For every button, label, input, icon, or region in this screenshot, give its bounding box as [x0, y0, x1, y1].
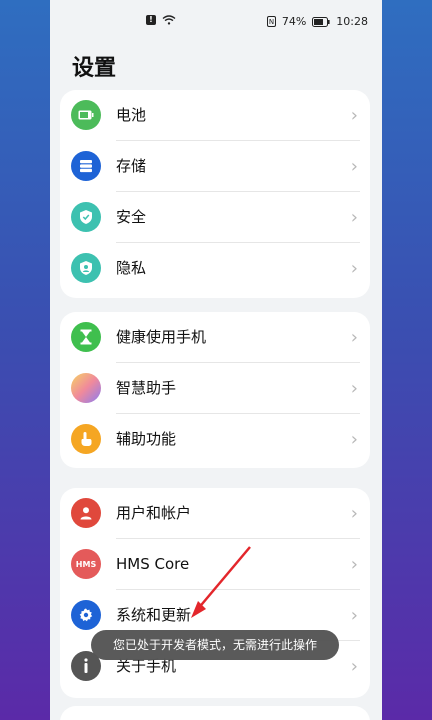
settings-item-security[interactable]: 安全 ›	[60, 192, 370, 243]
chevron-right-icon: ›	[350, 327, 358, 348]
settings-item-privacy[interactable]: 隐私 ›	[60, 243, 370, 294]
settings-screen: ! N 74% 10:28 设置 电池 › 存储 › 安全 › 隐私 › 健康使…	[50, 0, 382, 720]
status-bar: ! N 74% 10:28	[50, 0, 382, 44]
settings-item-label: 辅助功能	[116, 430, 177, 448]
hourglass-icon	[71, 322, 101, 352]
chevron-right-icon: ›	[350, 105, 358, 126]
settings-group-next	[60, 706, 370, 720]
settings-group-device: 电池 › 存储 › 安全 › 隐私 ›	[60, 90, 370, 298]
gear-icon	[71, 600, 101, 630]
chevron-right-icon: ›	[350, 156, 358, 177]
assistant-icon	[71, 373, 101, 403]
chevron-right-icon: ›	[350, 656, 358, 677]
settings-item-label: 隐私	[116, 259, 147, 277]
clock: 10:28	[336, 15, 368, 28]
chevron-right-icon: ›	[350, 207, 358, 228]
settings-group-system: 用户和帐户 › HMS HMS Core › 系统和更新 › 关于手机 ›	[60, 488, 370, 698]
battery-percent: 74%	[281, 15, 307, 28]
settings-item-users-accounts[interactable]: 用户和帐户 ›	[60, 488, 370, 539]
settings-item-label: 安全	[116, 208, 147, 226]
user-icon	[71, 498, 101, 528]
chevron-right-icon: ›	[350, 429, 358, 450]
settings-item-smart-assistant[interactable]: 智慧助手 ›	[60, 363, 370, 414]
settings-item-label: 存储	[116, 157, 147, 175]
page-title: 设置	[72, 56, 117, 81]
toast-message: 您已处于开发者模式，无需进行此操作	[91, 630, 339, 660]
chevron-right-icon: ›	[350, 258, 358, 279]
settings-item-storage[interactable]: 存储 ›	[60, 141, 370, 192]
wifi-icon	[162, 15, 176, 25]
notification-alert-icon: !	[146, 15, 156, 25]
chevron-right-icon: ›	[350, 554, 358, 575]
settings-item-battery[interactable]: 电池 ›	[60, 90, 370, 141]
chevron-right-icon: ›	[350, 378, 358, 399]
settings-item-label: 智慧助手	[116, 379, 177, 397]
chevron-right-icon: ›	[350, 503, 358, 524]
privacy-icon	[71, 253, 101, 283]
storage-icon	[71, 151, 101, 181]
settings-item-accessibility[interactable]: 辅助功能 ›	[60, 414, 370, 465]
settings-item-label: HMS Core	[116, 555, 190, 573]
settings-item-hms-core[interactable]: HMS HMS Core ›	[60, 539, 370, 590]
hand-icon	[71, 424, 101, 454]
settings-group-assist: 健康使用手机 › 智慧助手 › 辅助功能 ›	[60, 312, 370, 468]
svg-text:N: N	[269, 18, 274, 26]
shield-check-icon	[71, 202, 101, 232]
settings-item-label: 用户和帐户	[116, 504, 192, 522]
settings-item-label: 电池	[116, 106, 147, 124]
settings-item-label: 健康使用手机	[116, 328, 207, 346]
nfc-icon: N	[266, 16, 276, 27]
hms-icon: HMS	[71, 549, 101, 579]
battery-icon	[71, 100, 101, 130]
settings-item-digital-balance[interactable]: 健康使用手机 ›	[60, 312, 370, 363]
chevron-right-icon: ›	[350, 605, 358, 626]
battery-status-icon	[312, 16, 330, 27]
